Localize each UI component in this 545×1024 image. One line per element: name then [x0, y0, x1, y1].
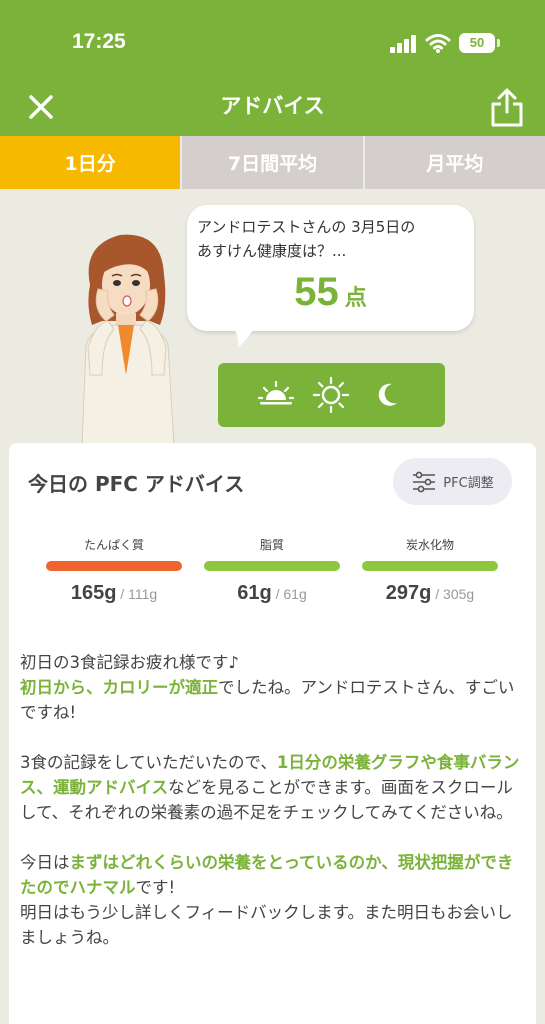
- page-title: アドバイス: [220, 94, 325, 118]
- period-tabs: 1日分 7日間平均 月平均: [0, 136, 545, 189]
- nutrient-target: / 305g: [431, 586, 475, 602]
- bubble-message: アンドロテストさんの 3月5日の あすけん健康度は？...: [197, 215, 467, 263]
- nutrient-values: 297g / 305g: [362, 582, 498, 605]
- nutrient-label: 炭水化物: [405, 538, 454, 552]
- nutrient-values: 61g / 61g: [204, 582, 340, 605]
- health-score-value: 55: [294, 270, 339, 314]
- advice-paragraph-1: 初日の3食記録お疲れ様です♪ 初日から、カロリーが適正でしたね。アンドロテストさ…: [20, 650, 525, 725]
- nutrient-value: 297g: [385, 582, 432, 604]
- carbs-bar: [362, 561, 498, 571]
- advice-text-segment: 明日はもう少し詳しくフィードバックします。また明日もお会いしましょうね。: [20, 903, 513, 947]
- advice-text-segment: 初日の3食記録お疲れ様です♪: [20, 653, 240, 672]
- nutrient-protein: たんぱく質 165g / 111g: [46, 537, 182, 605]
- battery-tip: [497, 39, 500, 47]
- sliders-icon: [413, 471, 436, 492]
- nutrient-value: 61g: [237, 582, 272, 604]
- nutrient-value: 165g: [70, 582, 117, 604]
- advice-paragraph-2: 3食の記録をしていただいたので、1日分の栄養グラフや食事バランス、運動アドバイス…: [20, 750, 525, 825]
- advice-highlight: まずはどれくらいの栄養をとっているのか、現状把握ができたのでハナマル: [20, 853, 514, 897]
- nutrient-values: 165g / 111g: [46, 582, 182, 605]
- advice-text-segment: 今日は: [20, 853, 70, 872]
- bubble-tail: [232, 322, 258, 348]
- health-score-unit: 点: [344, 286, 367, 311]
- nutrient-label: 脂質: [259, 538, 284, 552]
- card-title: 今日の PFC アドバイス: [28, 472, 245, 496]
- health-score: 55 点: [187, 270, 474, 315]
- protein-bar: [46, 561, 182, 571]
- advice-highlight: 初日から、カロリーが適正: [20, 678, 218, 697]
- advice-text-segment: 3食の記録をしていただいたので、: [20, 753, 277, 772]
- nutrient-target: / 111g: [116, 586, 158, 602]
- tab-7-day-average[interactable]: 7日間平均: [182, 136, 365, 189]
- advice-text: 初日の3食記録お疲れ様です♪ 初日から、カロリーが適正でしたね。アンドロテストさ…: [20, 650, 525, 975]
- tab-1-day[interactable]: 1日分: [0, 136, 183, 189]
- nutrient-carbs: 炭水化物 297g / 305g: [362, 537, 498, 605]
- battery-indicator: 50: [459, 33, 495, 53]
- share-icon[interactable]: [490, 86, 524, 128]
- bubble-line-1: アンドロテストさんの 3月5日の: [197, 218, 416, 236]
- fat-bar: [204, 561, 340, 571]
- bubble-line-2: あすけん健康度は？...: [197, 242, 347, 260]
- advice-paragraph-3: 今日はまずはどれくらいの栄養をとっているのか、現状把握ができたのでハナマルです!…: [20, 850, 525, 950]
- wifi-icon: [425, 34, 451, 53]
- pfc-adjust-button[interactable]: PFC調整: [393, 458, 512, 505]
- sunrise-icon[interactable]: [257, 376, 295, 414]
- nutrient-target: / 61g: [271, 586, 307, 602]
- advice-text-segment: です!: [135, 878, 176, 897]
- sun-icon[interactable]: [312, 376, 350, 414]
- meal-time-selector: [218, 363, 445, 427]
- moon-icon[interactable]: [368, 376, 406, 414]
- nutrient-label: たんぱく質: [83, 538, 144, 552]
- status-time: 17:25: [72, 30, 126, 53]
- advisor-mascot: [81, 234, 175, 445]
- signal-icon: [390, 35, 416, 53]
- tab-monthly-average[interactable]: 月平均: [364, 136, 545, 189]
- nutrient-fat: 脂質 61g / 61g: [204, 537, 340, 605]
- pfc-adjust-label: PFC調整: [443, 476, 494, 491]
